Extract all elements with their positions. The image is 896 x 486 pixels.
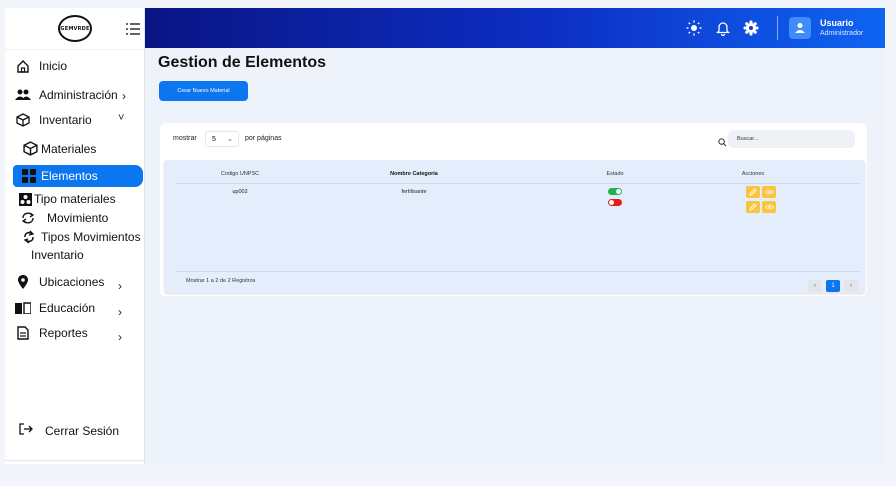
logout-label: Cerrar Sesión: [45, 423, 120, 438]
chevron-right-icon: ›: [118, 305, 122, 319]
sidebar-item-inicio[interactable]: Inicio: [5, 55, 145, 77]
logo-row: GEMVRDE: [5, 8, 144, 50]
header-divider: [777, 16, 778, 40]
edit-button[interactable]: [746, 186, 760, 198]
search-icon: [718, 134, 728, 147]
page-size-value: 5: [212, 135, 216, 143]
toggle-knob: [616, 189, 621, 194]
box-icon: [15, 112, 31, 128]
sidebar-item-ubicaciones[interactable]: Ubicaciones ›: [5, 271, 145, 293]
sidebar-item-label: Tipos Movimientos: [41, 230, 141, 244]
materials-icon: [19, 192, 32, 206]
app-frame: GEMVRDE Inicio Administración › Inventar…: [5, 8, 885, 464]
page-title: Gestion de Elementos: [158, 54, 327, 71]
box-icon: [23, 141, 38, 156]
sidebar-item-label: Educación: [39, 301, 96, 315]
view-button[interactable]: [762, 186, 776, 198]
search-input[interactable]: [728, 130, 855, 148]
column-header-acciones[interactable]: Acciones: [732, 171, 774, 177]
status-toggle-off[interactable]: [608, 199, 622, 206]
chevron-down-icon: ˅: [118, 112, 125, 124]
page-size-select[interactable]: 5 ⌄: [205, 131, 239, 147]
refresh-icon: [21, 212, 35, 224]
logout-button[interactable]: Cerrar Sesión: [19, 423, 119, 438]
chevron-right-icon: ›: [122, 89, 126, 103]
sidebar-divider: [5, 460, 145, 461]
pagination-prev-button[interactable]: ‹: [808, 280, 822, 292]
edit-button[interactable]: [746, 201, 760, 213]
theme-toggle-icon[interactable]: [686, 20, 702, 36]
chevron-right-icon: ›: [118, 279, 122, 293]
sidebar-item-inventario[interactable]: Inventario ˅: [5, 109, 145, 131]
table-card: mostrar 5 ⌄ por páginas Codigo UNPSC Nom…: [160, 123, 867, 296]
logout-icon: [19, 423, 35, 438]
avatar[interactable]: [789, 17, 811, 39]
top-header: Usuario Administrador: [145, 8, 885, 48]
document-icon: [15, 325, 31, 341]
sidebar-item-movimiento[interactable]: Movimiento: [21, 211, 108, 225]
sidebar-item-elementos[interactable]: Elementos: [13, 165, 143, 187]
book-icon: [15, 300, 31, 316]
cell-codigo: up002: [232, 189, 248, 195]
eye-icon: [764, 189, 774, 195]
chevron-down-icon: ⌄: [227, 136, 233, 143]
sync-icon: [23, 230, 35, 244]
sidebar-item-educacion[interactable]: Educación ›: [5, 297, 145, 319]
sidebar-item-label: Inicio: [39, 59, 68, 73]
logo: GEMVRDE: [58, 15, 92, 42]
menu-toggle-icon[interactable]: [125, 22, 141, 36]
chevron-right-icon: ›: [118, 330, 122, 344]
grid-icon: [21, 168, 37, 184]
show-label: mostrar: [173, 135, 197, 142]
header-divider: [177, 183, 860, 184]
column-header-codigo[interactable]: Codigo UNPSC: [212, 171, 268, 177]
sidebar-item-materiales[interactable]: Materiales: [23, 141, 96, 156]
sidebar-item-label: Tipo materiales: [34, 192, 116, 206]
bell-icon[interactable]: [715, 20, 731, 36]
view-button[interactable]: [762, 201, 776, 213]
users-icon: [15, 87, 31, 103]
sidebar-item-label: Administración: [39, 88, 118, 102]
sidebar-item-administracion[interactable]: Administración ›: [5, 84, 145, 106]
sidebar-item-label: Inventario: [39, 113, 92, 127]
home-icon: [15, 58, 31, 74]
sidebar-item-label: Ubicaciones: [39, 275, 105, 289]
column-header-estado[interactable]: Estado: [595, 171, 635, 177]
pagination-next-button[interactable]: ›: [844, 280, 858, 292]
user-name[interactable]: Usuario: [820, 18, 854, 28]
column-header-nombre[interactable]: Nombre Categoria: [379, 171, 449, 177]
user-role: Administrador: [820, 30, 864, 37]
create-material-button[interactable]: Crear Nuevo Material: [159, 81, 248, 101]
sidebar-item-tipos-movimientos-label2: Inventario: [31, 248, 84, 262]
sidebar-item-label: Inventario: [31, 248, 84, 262]
sidebar-item-label: Materiales: [41, 141, 97, 156]
sidebar-item-tipo-materiales[interactable]: Tipo materiales: [19, 192, 116, 206]
sidebar: GEMVRDE Inicio Administración › Inventar…: [5, 8, 145, 464]
data-table: Codigo UNPSC Nombre Categoria Estado Acc…: [164, 160, 865, 293]
records-summary: Mostrar 1 a 2 de 2 Registros: [186, 278, 256, 284]
pencil-icon: [749, 188, 757, 196]
sidebar-item-tipos-movimientos[interactable]: Tipos Movimientos: [23, 230, 141, 244]
sidebar-item-reportes[interactable]: Reportes ›: [5, 322, 145, 344]
gear-icon[interactable]: [743, 20, 759, 36]
sidebar-item-label: Reportes: [39, 326, 88, 340]
sidebar-item-label: Elementos: [41, 169, 98, 183]
pencil-icon: [749, 203, 757, 211]
per-page-label: por páginas: [245, 135, 282, 142]
sidebar-item-label: Movimiento: [47, 211, 109, 225]
pagination-page-1[interactable]: 1: [826, 280, 840, 292]
cell-nombre: fertilisante: [401, 189, 427, 195]
status-toggle-on[interactable]: [608, 188, 622, 195]
location-icon: [15, 274, 31, 290]
toggle-knob: [609, 200, 614, 205]
eye-icon: [764, 204, 774, 210]
logo-text: GEMVRDE: [60, 25, 90, 32]
footer-divider: [177, 271, 860, 272]
